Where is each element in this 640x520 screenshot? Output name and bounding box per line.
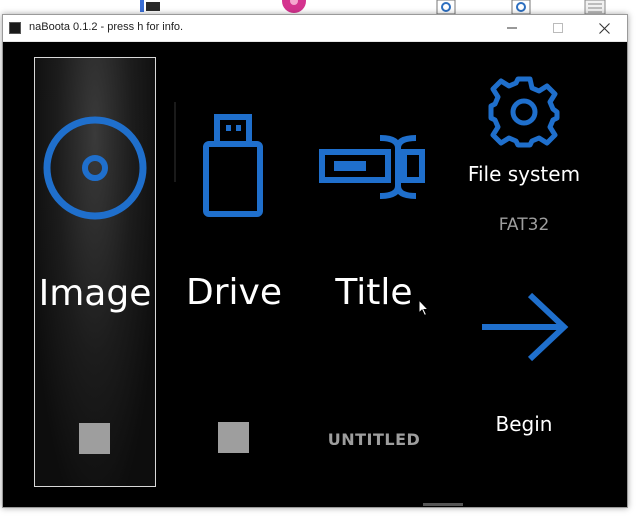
begin-button[interactable]: Begin [448,272,600,452]
scroll-indicator [423,503,463,506]
close-icon [598,22,610,34]
app-window: naBoota 0.1.2 - press h for info. Image … [2,14,628,508]
maximize-button[interactable] [535,15,581,41]
drive-tile-label: Drive [186,272,282,313]
title-value: UNTITLED [327,430,421,449]
title-tile-label: Title [335,272,413,313]
image-tile[interactable]: Image [34,57,156,487]
mouse-cursor-icon [418,299,430,317]
image-status-square [79,423,110,454]
text-file-icon [584,0,606,14]
usb-drive-icon [203,114,263,217]
desktop-app-icon [140,0,160,12]
begin-label: Begin [495,412,553,436]
title-tile-icon-wrap [313,107,435,227]
maximize-icon [553,23,563,33]
file-system-value: FAT32 [498,215,550,235]
app-icon [9,22,21,34]
image-tile-label: Image [38,273,152,314]
drive-tile-icon-wrap [173,107,295,227]
disc-icon [43,116,147,220]
desktop-background [0,0,640,14]
close-button[interactable] [581,15,627,41]
document-icon-1 [436,0,456,14]
window-title: naBoota 0.1.2 - press h for info. [29,21,184,33]
media-player-icon [282,0,306,13]
drive-tile[interactable]: Drive [173,57,295,487]
rename-field-icon [319,135,425,199]
begin-icon-wrap [448,282,600,372]
title-bar[interactable]: naBoota 0.1.2 - press h for info. [3,15,627,42]
file-system-label: File system [467,162,581,186]
document-icon-2 [511,0,531,14]
app-content: Image Drive Title UNTITLED File system F… [3,42,627,507]
image-tile-icon-wrap [35,108,155,228]
arrow-right-icon [482,292,569,362]
file-system-icon-wrap [448,72,600,152]
file-system-tile[interactable]: File system FAT32 [448,57,600,247]
title-tile[interactable]: Title UNTITLED [313,57,435,487]
drive-status-square [218,422,249,453]
minimize-icon [507,27,517,29]
gear-icon [488,76,560,148]
minimize-button[interactable] [489,15,535,41]
